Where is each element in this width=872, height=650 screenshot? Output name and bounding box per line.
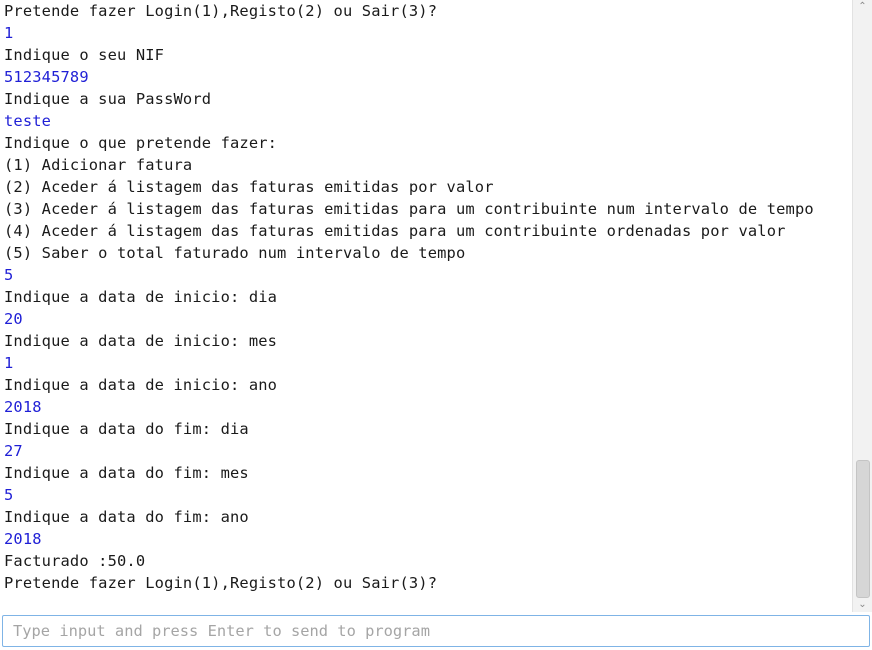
console-output-line: Pretende fazer Login(1),Registo(2) ou Sa… <box>4 574 438 592</box>
console-output-line: Indique a data de inicio: ano <box>4 376 278 394</box>
console-input-echo-line: 512345789 <box>4 68 89 86</box>
console-output-line: (5) Saber o total faturado num intervalo… <box>4 244 466 262</box>
console-output-line: Facturado :50.0 <box>4 552 146 570</box>
console-input-echo-line: teste <box>4 112 52 130</box>
console-output-line: (1) Adicionar fatura <box>4 156 193 174</box>
console-output-line: Indique a data do fim: ano <box>4 508 249 526</box>
console-input-echo-line: 2018 <box>4 398 42 416</box>
console-output-line: Indique a data de inicio: dia <box>4 288 278 306</box>
chevron-up-icon[interactable]: ⌃ <box>853 0 872 14</box>
console-output-line: (4) Aceder á listagem das faturas emitid… <box>4 222 786 240</box>
console-input-echo-line: 1 <box>4 24 14 42</box>
console-input-echo-line: 1 <box>4 354 14 372</box>
console-output-line: (2) Aceder á listagem das faturas emitid… <box>4 178 494 196</box>
console-output-line: Pretende fazer Login(1),Registo(2) ou Sa… <box>4 2 438 20</box>
console-input-echo-line: 27 <box>4 442 23 460</box>
console-input-echo-line: 5 <box>4 486 14 504</box>
console-input-echo-line: 5 <box>4 266 14 284</box>
scrollbar-thumb[interactable] <box>856 460 870 598</box>
console-input-echo-line: 20 <box>4 310 23 328</box>
console-output-line: Indique a data do fim: dia <box>4 420 249 438</box>
console-input-box[interactable] <box>2 615 870 647</box>
console-output: Pretende fazer Login(1),Registo(2) ou Sa… <box>0 0 852 612</box>
console-output-line: (3) Aceder á listagem das faturas emitid… <box>4 200 814 218</box>
console-input[interactable] <box>3 616 869 646</box>
console-output-line: Indique o seu NIF <box>4 46 165 64</box>
console-output-line: Indique a data de inicio: mes <box>4 332 278 350</box>
console-output-line: Indique a data do fim: mes <box>4 464 249 482</box>
console-input-echo-line: 2018 <box>4 530 42 548</box>
vertical-scrollbar[interactable]: ⌃ ⌄ <box>852 0 872 612</box>
chevron-down-icon[interactable]: ⌄ <box>853 598 872 612</box>
console-output-line: Indique a sua PassWord <box>4 90 212 108</box>
console-output-line: Indique o que pretende fazer: <box>4 134 278 152</box>
